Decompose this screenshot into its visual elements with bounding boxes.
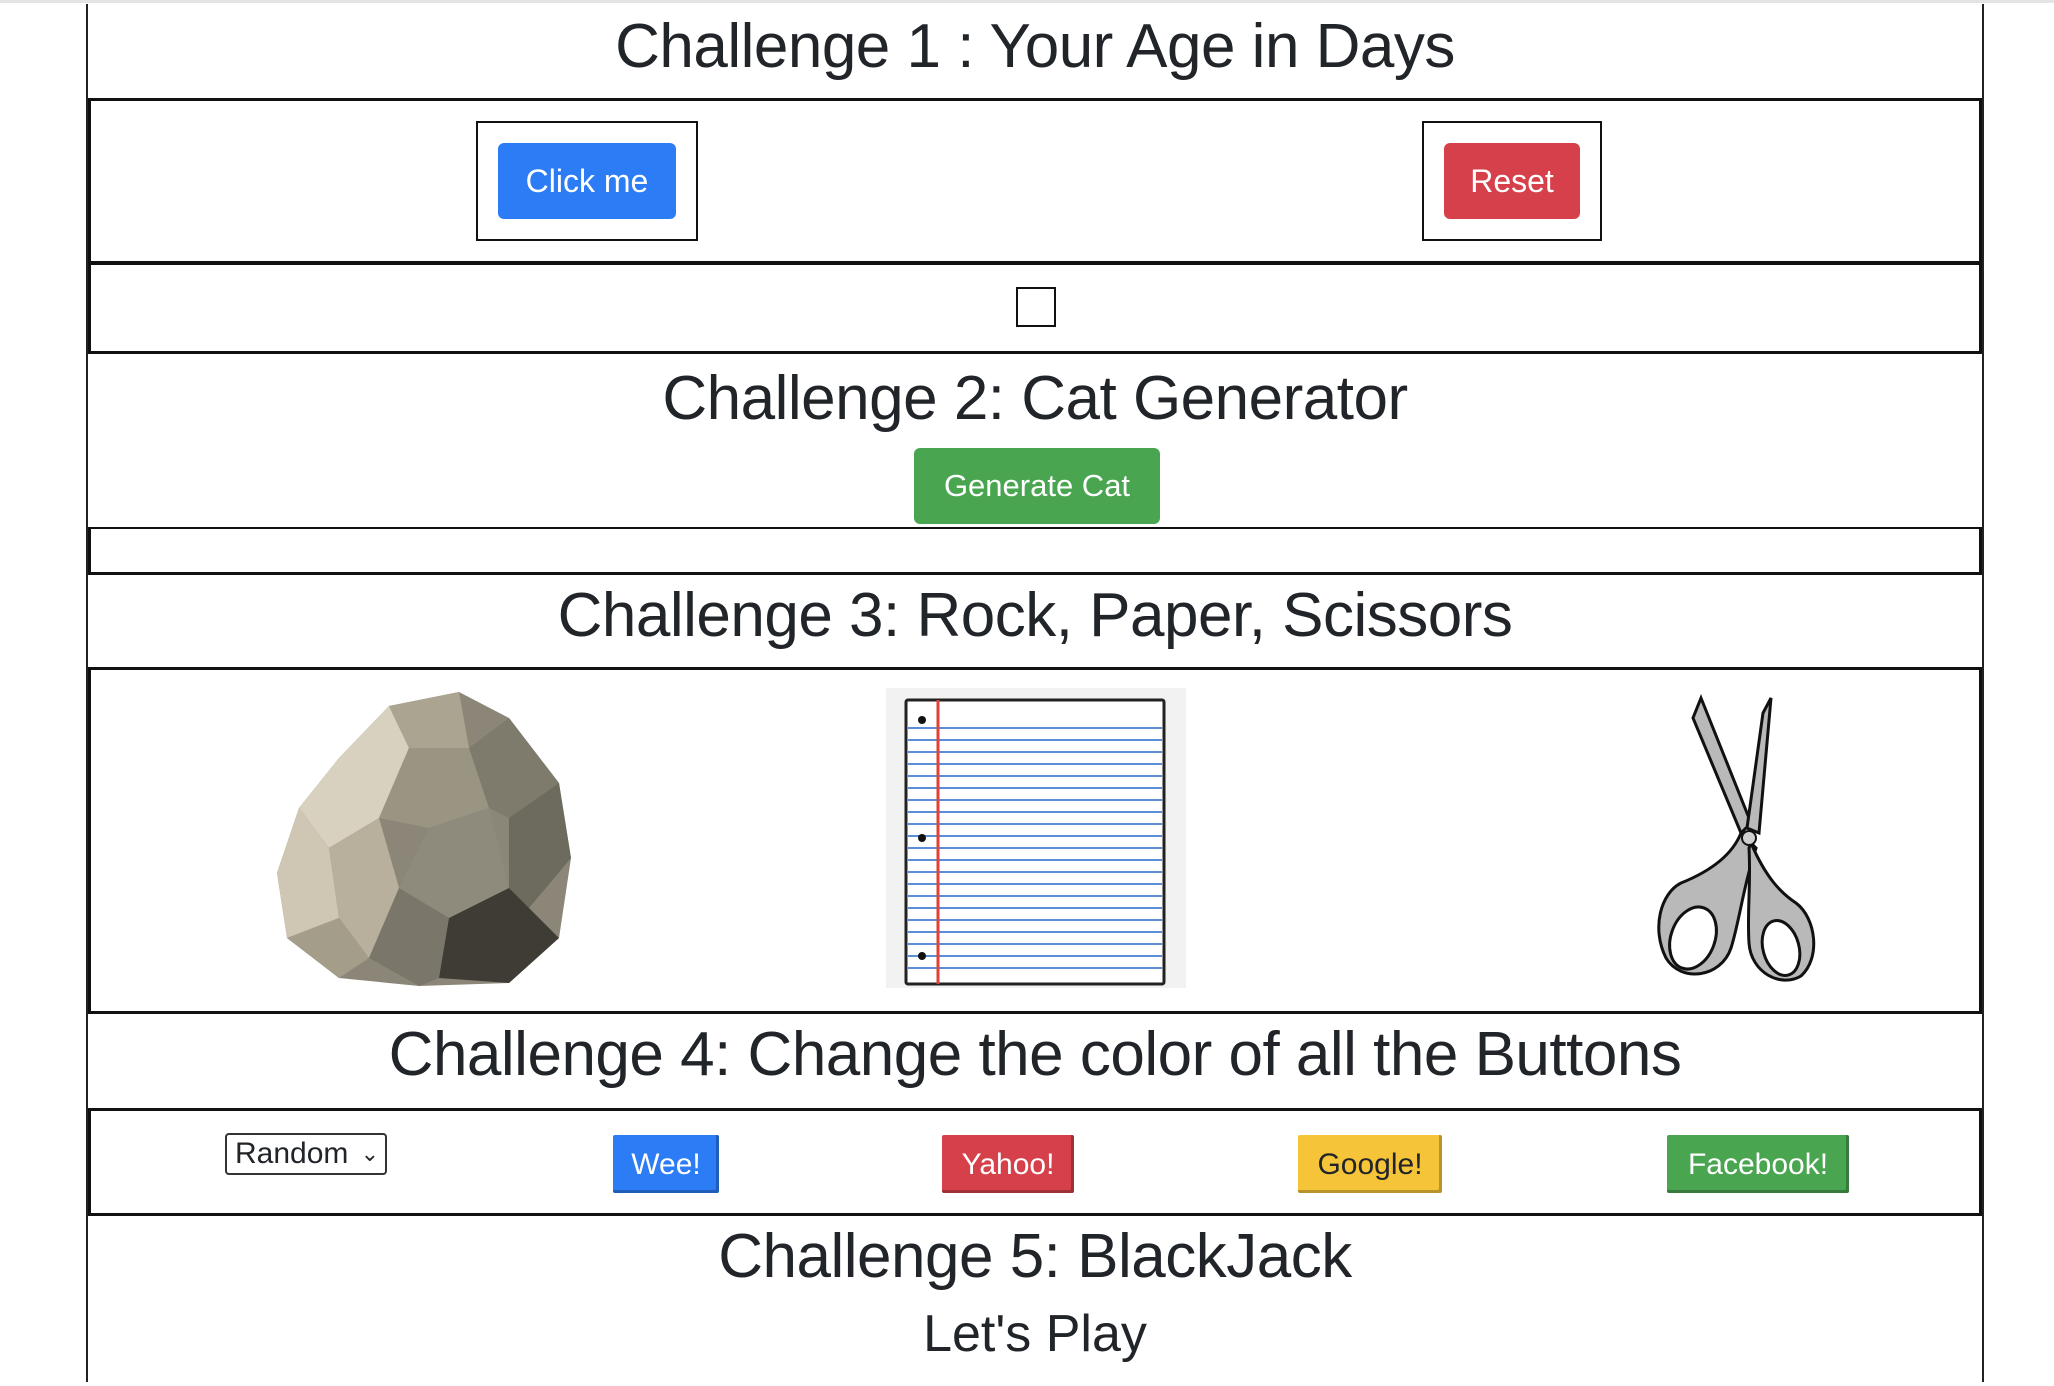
challenge2-header: Challenge 2: Cat Generator Generate Cat — [88, 354, 1982, 530]
color-buttons-row: Random ⌄ Wee! Yahoo! Google! Facebook! — [88, 1108, 1982, 1216]
color-select[interactable]: Random ⌄ — [225, 1133, 387, 1175]
yahoo-button[interactable]: Yahoo! — [942, 1135, 1074, 1193]
challenge5-header: Challenge 5: BlackJack Let's Play — [88, 1216, 1982, 1386]
challenge1-header: Challenge 1 : Your Age in Days — [88, 4, 1982, 100]
click-me-button[interactable]: Click me — [498, 143, 676, 219]
challenge4-header: Challenge 4: Change the color of all the… — [88, 1014, 1982, 1110]
challenge2-title: Challenge 2: Cat Generator — [662, 364, 1408, 433]
challenge1-button-row: Click me Reset — [88, 98, 1982, 264]
scissors-image[interactable] — [1581, 688, 1881, 988]
reset-button-frame: Reset — [1422, 121, 1602, 241]
challenge3-title: Challenge 3: Rock, Paper, Scissors — [557, 581, 1513, 650]
paper-image[interactable] — [886, 688, 1186, 988]
age-result-row — [88, 262, 1982, 354]
challenge1-title: Challenge 1 : Your Age in Days — [615, 12, 1455, 81]
rps-choice-row — [88, 667, 1982, 1014]
chevron-down-icon: ⌄ — [360, 1141, 379, 1166]
generate-cat-button[interactable]: Generate Cat — [914, 448, 1160, 524]
cat-result-row — [88, 527, 1982, 575]
reset-button[interactable]: Reset — [1444, 143, 1580, 219]
challenge5-title: Challenge 5: BlackJack — [718, 1222, 1352, 1291]
age-result-box — [1016, 287, 1056, 327]
top-rule — [0, 0, 2054, 3]
rock-image[interactable] — [269, 688, 581, 988]
color-select-value: Random — [235, 1137, 349, 1170]
google-button[interactable]: Google! — [1298, 1135, 1442, 1193]
challenge4-title: Challenge 4: Change the color of all the… — [388, 1020, 1682, 1089]
facebook-button[interactable]: Facebook! — [1667, 1135, 1849, 1193]
challenge5-subtitle: Let's Play — [923, 1305, 1147, 1363]
main-container: Challenge 1 : Your Age in Days Click me … — [86, 4, 1984, 1382]
wee-button[interactable]: Wee! — [613, 1135, 719, 1193]
click-button-frame: Click me — [476, 121, 698, 241]
challenge3-header: Challenge 3: Rock, Paper, Scissors — [88, 575, 1982, 669]
